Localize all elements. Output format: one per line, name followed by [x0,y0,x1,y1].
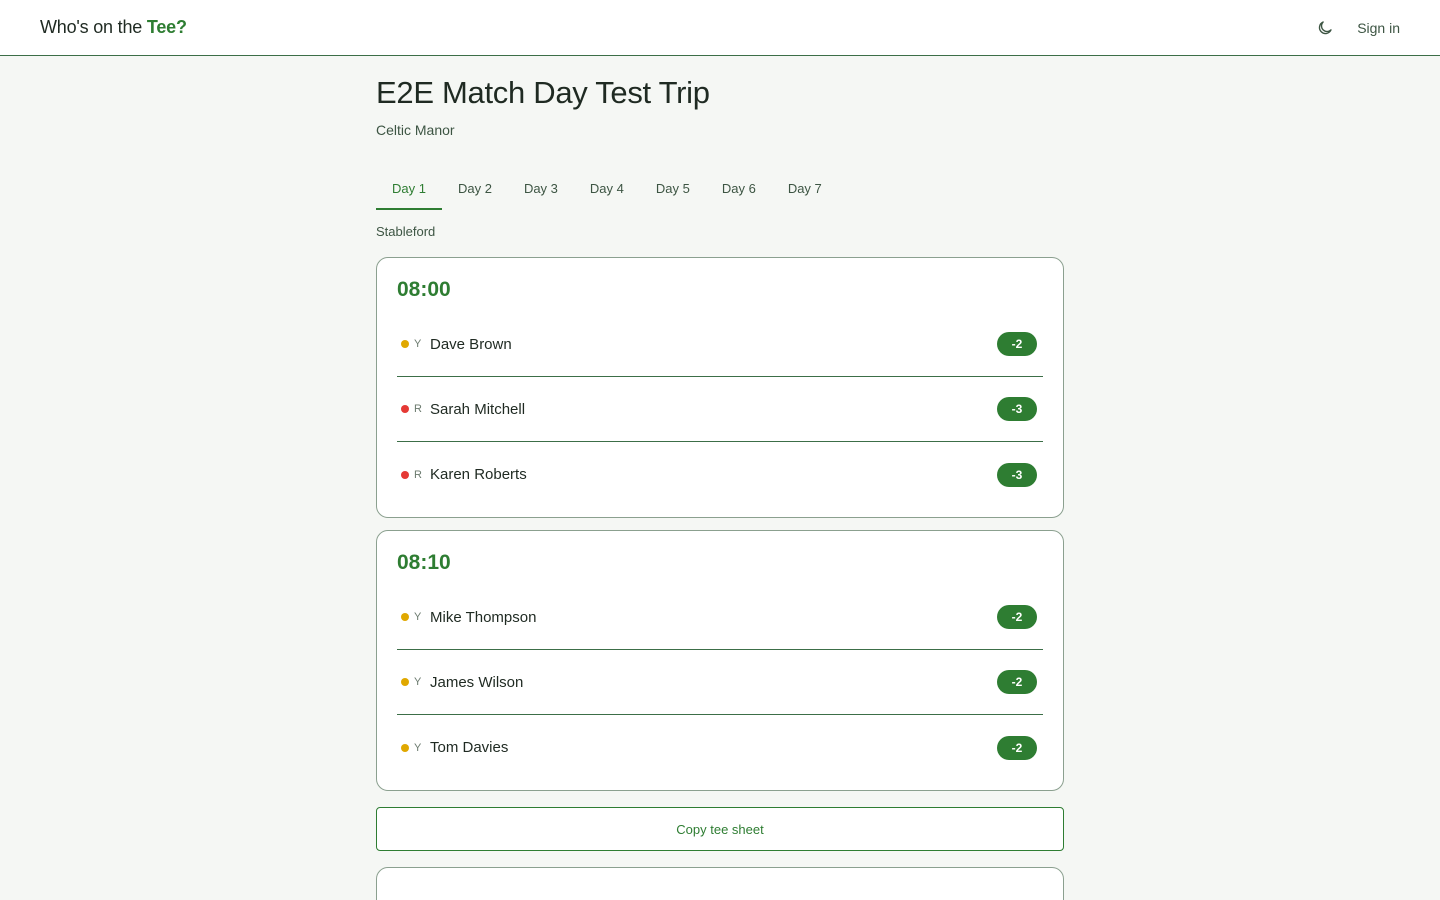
player-row[interactable]: Y Tom Davies -2 [397,715,1043,780]
tab-day-2[interactable]: Day 2 [442,168,508,208]
tee-time: 08:00 [397,278,451,301]
header-actions: Sign in [1313,16,1400,40]
player-row[interactable]: Y James Wilson -2 [397,650,1043,715]
player-name: Mike Thompson [430,608,537,626]
player-info: Y Tom Davies [397,739,508,756]
player-info: Y Mike Thompson [397,609,536,626]
tee-code: R [414,403,422,415]
tab-day-3[interactable]: Day 3 [508,168,574,208]
handicap-badge: -2 [997,735,1037,760]
next-card [376,867,1064,900]
copy-tee-sheet-button[interactable]: Copy tee sheet [376,807,1064,851]
tee-color-dot [401,678,409,686]
handicap-badge: -3 [997,462,1037,487]
tee-color-dot [401,613,409,621]
handicap-badge: -3 [997,397,1037,421]
player-list: Y Dave Brown -2 R Sarah Mitchell -3 R Ka… [397,312,1043,507]
tee-code: R [414,468,422,481]
player-name: Sarah Mitchell [430,400,526,418]
player-name: Tom Davies [430,739,509,756]
player-list: Y Mike Thompson -2 Y James Wilson -2 Y T… [397,585,1043,780]
tee-group-card: 08:10 Y Mike Thompson -2 Y James Wilson … [376,530,1064,791]
day-tabs: Day 1 Day 2 Day 3 Day 4 Day 5 Day 6 Day … [376,168,1064,210]
handicap-badge: -2 [997,605,1037,629]
moon-icon[interactable] [1313,16,1337,40]
tab-day-4[interactable]: Day 4 [574,168,640,208]
player-name: Karen Roberts [430,466,527,483]
main-content: E2E Match Day Test Trip Celtic Manor Day… [376,56,1064,900]
tee-color-dot [401,405,409,413]
tee-color-dot [401,743,409,752]
tee-code: Y [414,676,422,688]
player-info: Y Dave Brown [397,336,512,353]
player-row[interactable]: Y Mike Thompson -2 [397,585,1043,650]
tab-day-1[interactable]: Day 1 [376,168,442,210]
player-name: James Wilson [430,673,524,691]
tee-code: Y [414,741,422,754]
player-row[interactable]: R Karen Roberts -3 [397,442,1043,507]
page-title: E2E Match Day Test Trip [376,75,710,110]
player-row[interactable]: R Sarah Mitchell -3 [397,377,1043,442]
course-name: Celtic Manor [376,122,455,138]
tab-day-5[interactable]: Day 5 [640,168,706,208]
sign-in-link[interactable]: Sign in [1357,20,1400,36]
player-row[interactable]: Y Dave Brown -2 [397,312,1043,377]
brand-accent-text: Tee? [146,17,187,37]
handicap-badge: -2 [997,332,1037,356]
tee-code: Y [414,611,422,623]
tab-day-6[interactable]: Day 6 [706,168,772,208]
player-info: R Sarah Mitchell [397,401,525,418]
player-info: Y James Wilson [397,674,523,691]
brand-text: Who's on the [40,17,147,37]
tee-code: Y [414,338,422,350]
top-bar: Who's on the Tee? Sign in [0,0,1440,56]
tee-time: 08:10 [397,551,451,574]
app-logo[interactable]: Who's on the Tee? [40,17,187,38]
tab-day-7[interactable]: Day 7 [772,168,838,208]
player-name: Dave Brown [430,335,512,353]
tee-group-card: 08:00 Y Dave Brown -2 R Sarah Mitchell -… [376,257,1064,518]
tee-color-dot [401,340,409,348]
player-info: R Karen Roberts [397,466,527,483]
tee-color-dot [401,470,409,479]
handicap-badge: -2 [997,670,1037,694]
game-format: Stableford [376,224,436,239]
